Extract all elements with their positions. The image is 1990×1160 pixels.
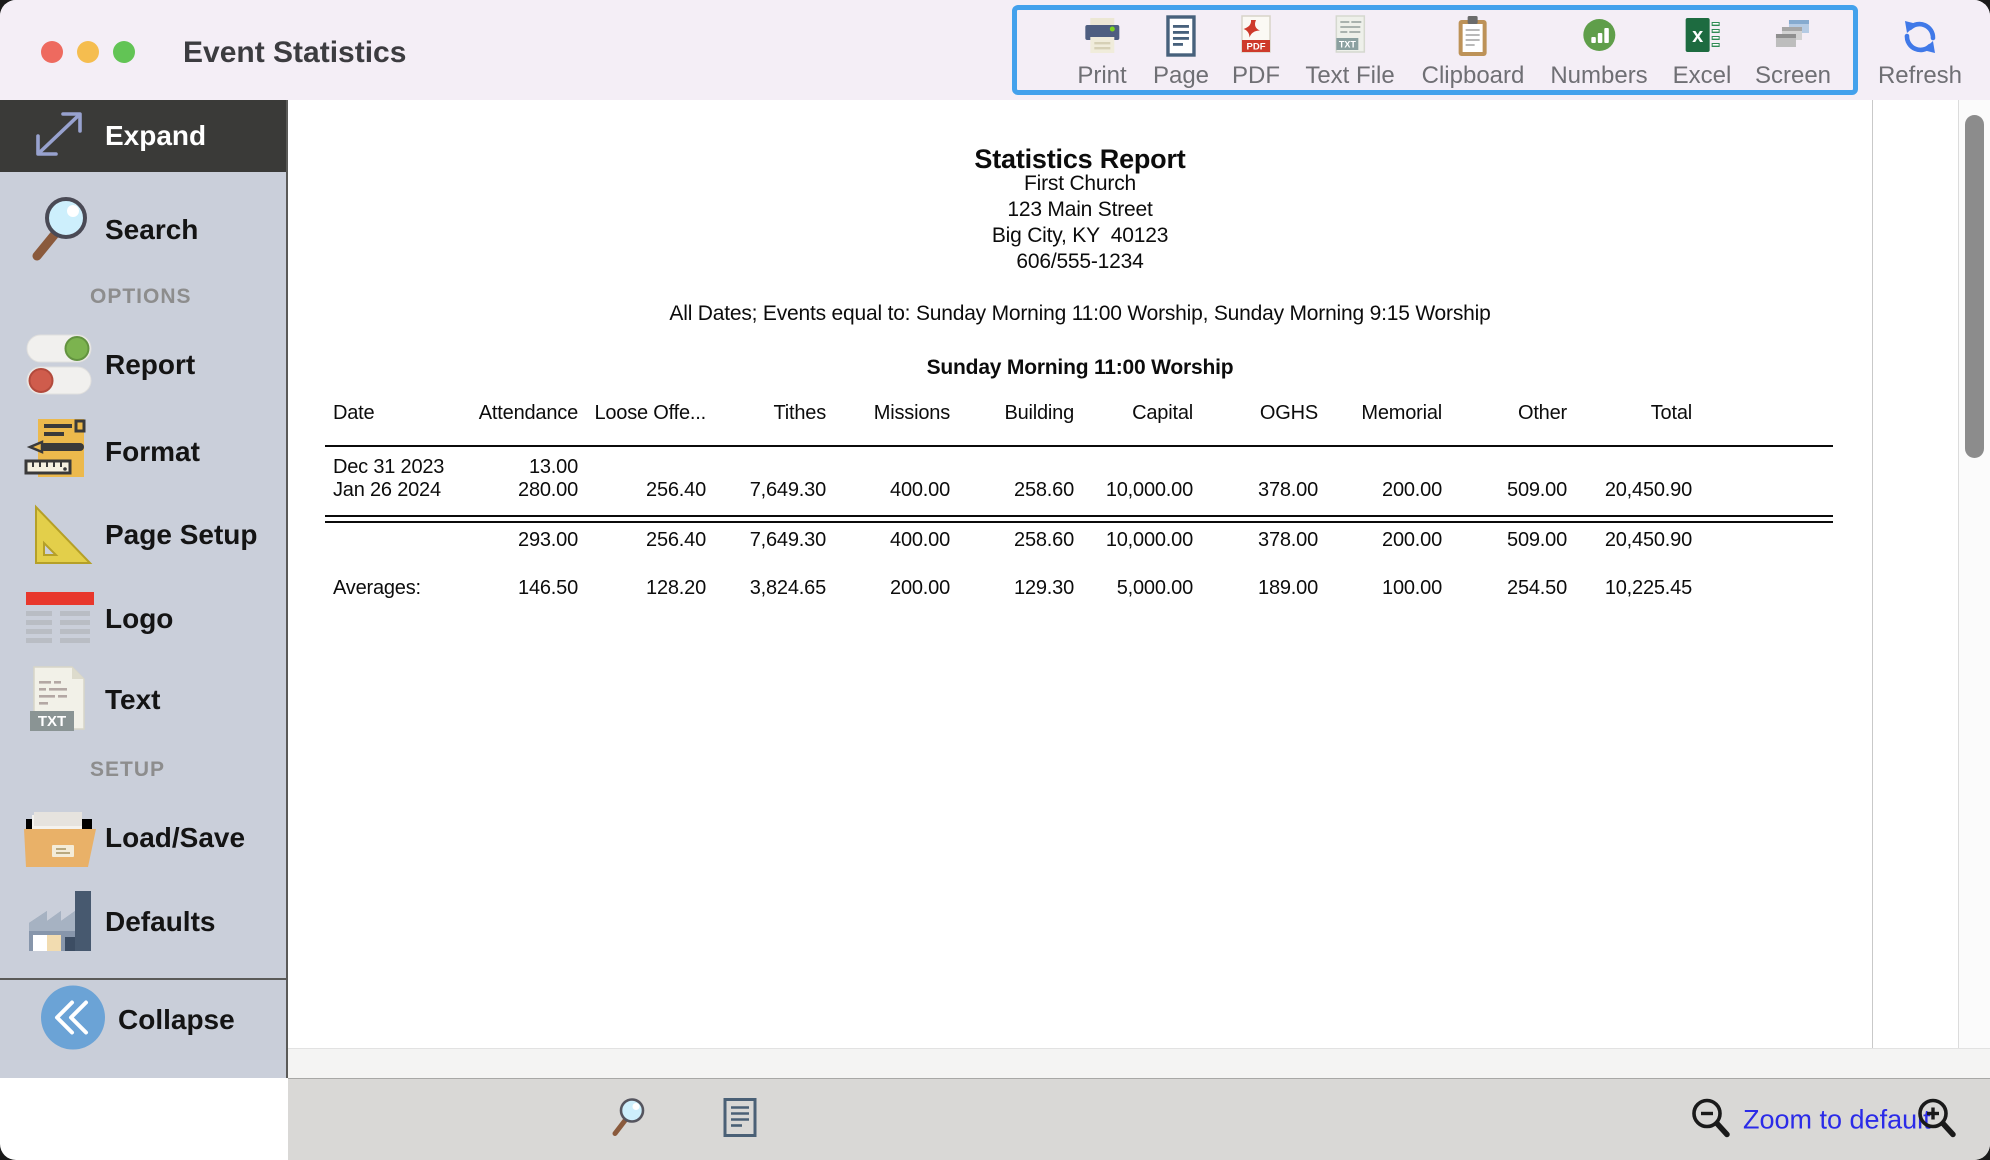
txt-file-icon: TXT	[1305, 14, 1394, 60]
table-header-cell: Total	[1472, 402, 1692, 428]
zoom-window-button[interactable]	[113, 41, 135, 63]
excel-icon: x	[1673, 14, 1732, 60]
vertical-scrollbar[interactable]	[1958, 100, 1990, 1048]
svg-text:TXT: TXT	[1338, 40, 1356, 50]
org-city: Big City, KY 40123	[288, 224, 1872, 248]
sidebar-item-expand[interactable]: Expand	[0, 100, 286, 172]
sidebar-item-logo[interactable]: Logo	[0, 583, 286, 655]
table-average-cell: 10,225.45	[1472, 577, 1692, 603]
table-cell: 20,450.90	[1472, 479, 1692, 505]
org-phone: 606/555-1234	[288, 250, 1872, 274]
event-section-title: Sunday Morning 11:00 Worship	[288, 356, 1872, 380]
svg-text:TXT: TXT	[38, 713, 66, 730]
page-icon	[1153, 14, 1209, 60]
horizontal-scrollbar-track[interactable]	[288, 1048, 1990, 1078]
app-window: Event Statistics Print Page PDF PDF TXT Text …	[0, 0, 1990, 1160]
toolbar-button-clipboard[interactable]: Clipboard	[1422, 14, 1525, 90]
toolbar-button-label: Screen	[1755, 62, 1831, 90]
logo-layout-icon	[12, 590, 108, 648]
magnifier-icon[interactable]	[605, 1095, 651, 1144]
toolbar-button-label: Print	[1077, 62, 1126, 90]
toolbar-button-label: Excel	[1673, 62, 1732, 90]
printer-icon	[1077, 14, 1126, 60]
minimize-window-button[interactable]	[77, 41, 99, 63]
factory-icon	[12, 887, 108, 957]
svg-text:x: x	[1692, 25, 1703, 47]
expand-icon	[12, 105, 108, 167]
title-bar: Event Statistics Print Page PDF PDF TXT Text …	[0, 0, 1990, 100]
toolbar-button-pdf[interactable]: PDF PDF	[1232, 14, 1280, 90]
filter-summary: All Dates; Events equal to: Sunday Morni…	[288, 302, 1872, 326]
toolbar-button-text-file[interactable]: TXT Text File	[1305, 14, 1394, 90]
window-title: Event Statistics	[183, 36, 406, 70]
report-doc-icon[interactable]	[721, 1096, 759, 1143]
org-street: 123 Main Street	[288, 198, 1872, 222]
report-toggles-icon	[12, 333, 108, 397]
set-square-icon	[12, 501, 108, 569]
close-window-button[interactable]	[41, 41, 63, 63]
zoom-in-icon[interactable]	[1913, 1094, 1959, 1145]
report-page: Statistics Report First Church 123 Main …	[288, 100, 1873, 1048]
table-header-rule	[325, 445, 1833, 447]
table-total-cell: 20,450.90	[1472, 529, 1692, 555]
vertical-scrollbar-thumb[interactable]	[1965, 115, 1984, 458]
sidebar-item-search[interactable]: Search	[0, 194, 286, 266]
format-icon	[12, 417, 108, 487]
zoom-out-icon[interactable]	[1687, 1094, 1733, 1145]
toolbar-button-label: Text File	[1305, 62, 1394, 90]
toolbar-button-excel[interactable]: x Excel	[1673, 14, 1732, 90]
toolbar-button-screen[interactable]: Screen	[1755, 14, 1831, 90]
table-total-rule-2	[325, 521, 1833, 523]
toolbar-button-label: Numbers	[1550, 62, 1647, 90]
clipboard-icon	[1422, 14, 1525, 60]
toolbar-button-print[interactable]: Print	[1077, 14, 1126, 90]
toolbar-button-label: Page	[1153, 62, 1209, 90]
collapse-circle-icon	[40, 985, 106, 1056]
refresh-button[interactable]: Refresh	[1878, 14, 1962, 90]
sidebar-section-setup: SETUP	[90, 758, 165, 782]
numbers-icon	[1550, 14, 1647, 60]
sidebar-item-format[interactable]: Format	[0, 416, 286, 488]
report-viewport: Statistics Report First Church 123 Main …	[288, 100, 1990, 1048]
zoom-to-default-link[interactable]: Zoom to default	[1743, 1104, 1931, 1135]
txt-doc-icon: TXT	[12, 665, 108, 735]
sidebar-item-text[interactable]: TXT Text	[0, 664, 286, 736]
sidebar-item-collapse[interactable]: Collapse	[0, 978, 288, 1060]
search-icon	[12, 194, 108, 266]
toolbar-button-page[interactable]: Page	[1153, 14, 1209, 90]
svg-text:PDF: PDF	[1247, 42, 1266, 53]
pdf-icon: PDF	[1232, 14, 1280, 60]
org-name: First Church	[288, 172, 1872, 196]
sidebar-item-page-setup[interactable]: Page Setup	[0, 499, 286, 571]
folder-icon	[12, 807, 108, 869]
sidebar-item-report[interactable]: Report	[0, 329, 286, 401]
screen-icon	[1755, 14, 1831, 60]
table-total-rule-1	[325, 515, 1833, 517]
sidebar-item-load-save[interactable]: Load/Save	[0, 802, 286, 874]
sidebar: Expand Search OPTIONS Report Format Page…	[0, 100, 288, 1078]
toolbar-button-label: PDF	[1232, 62, 1280, 90]
sidebar-item-defaults[interactable]: Defaults	[0, 886, 286, 958]
toolbar-button-numbers[interactable]: Numbers	[1550, 14, 1647, 90]
toolbar-button-label: Clipboard	[1422, 62, 1525, 90]
status-bar: Zoom to default	[288, 1078, 1990, 1160]
refresh-icon	[1878, 14, 1962, 60]
sidebar-section-options: OPTIONS	[90, 285, 192, 309]
report-title: Statistics Report	[288, 144, 1872, 175]
